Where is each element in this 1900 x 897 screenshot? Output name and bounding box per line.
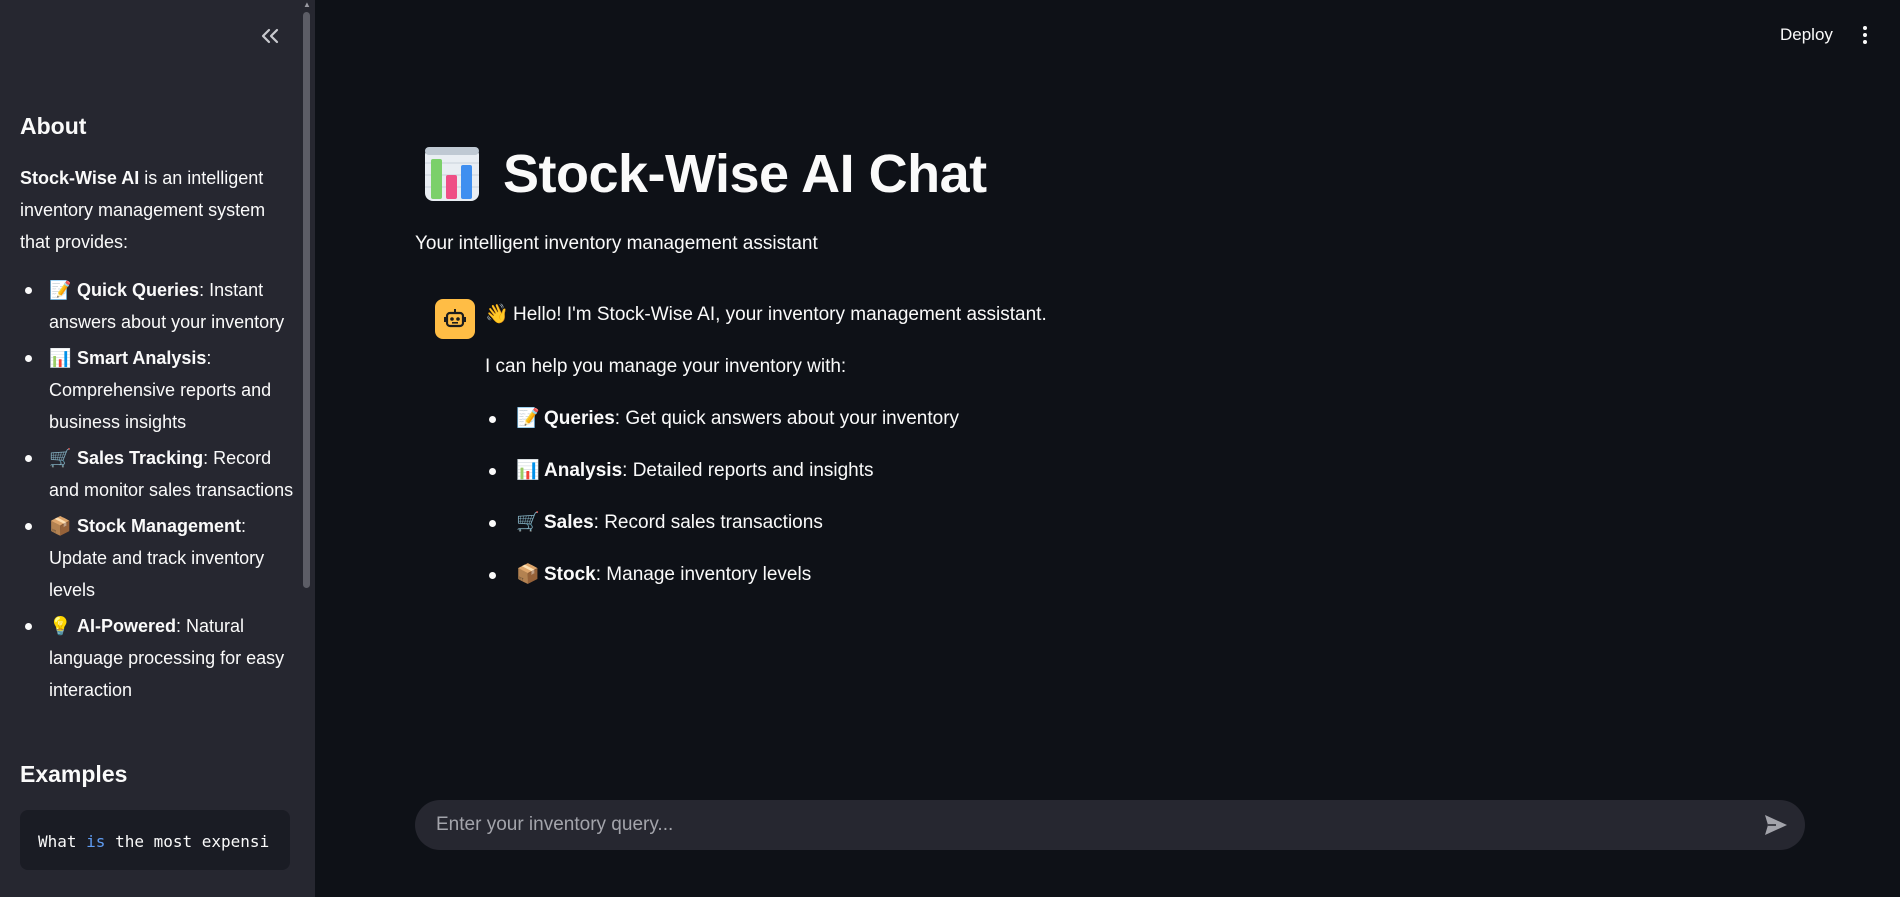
about-intro: Stock-Wise AI is an intelligent inventor…: [20, 162, 296, 258]
memo-icon: 📝: [49, 280, 72, 300]
page-title: Stock-Wise AI Chat: [503, 144, 987, 204]
scroll-up-arrow-icon[interactable]: ▲: [303, 0, 311, 10]
title-row: Stock-Wise AI Chat: [423, 143, 987, 205]
help-line: I can help you manage your inventory wit…: [485, 356, 847, 377]
capability-list: 📝 Queries: Get quick answers about your i…: [485, 403, 1485, 591]
example-code-block[interactable]: What is the most expensi: [20, 810, 290, 870]
message-body: 👋 Hello! I'm Stock-Wise AI, your inventor…: [485, 299, 1485, 611]
package-icon: 📦: [516, 564, 540, 585]
list-item: 🛒 Sales: Record sales transactions: [485, 507, 1485, 539]
capability-name: Analysis: [544, 460, 623, 481]
list-item: 🛒 Sales Tracking: Record and monitor sale…: [20, 442, 296, 506]
memo-icon: 📝: [516, 408, 540, 429]
sidebar-scrollbar[interactable]: ▲: [303, 0, 313, 897]
capability-desc: : Record sales transactions: [593, 512, 823, 533]
feature-name: Quick Queries: [77, 280, 200, 300]
package-icon: 📦: [49, 516, 72, 536]
greeting-line: 👋 Hello! I'm Stock-Wise AI, your inventor…: [485, 299, 1485, 331]
list-item: 💡 AI-Powered: Natural language processing…: [20, 610, 296, 706]
main-menu-button[interactable]: [1853, 20, 1877, 50]
sidebar-content: About Stock-Wise AI is an intelligent in…: [20, 108, 296, 870]
feature-list: 📝 Quick Queries: Instant answers about yo…: [20, 274, 296, 706]
send-button[interactable]: [1761, 810, 1791, 840]
bar-chart-icon: 📊: [516, 460, 540, 481]
list-item: 📝 Queries: Get quick answers about your i…: [485, 403, 1485, 435]
feature-name: Stock Management: [77, 516, 242, 536]
chat-input[interactable]: [415, 800, 1745, 850]
chat-input-container: [415, 800, 1805, 850]
examples-section: Examples What is the most expensi: [20, 756, 296, 870]
capability-desc: : Detailed reports and insights: [622, 460, 874, 481]
list-item: 📊 Smart Analysis: Comprehensive reports a…: [20, 342, 296, 438]
kebab-dot: [1863, 26, 1867, 30]
send-icon: [1765, 815, 1787, 835]
examples-heading: Examples: [20, 761, 128, 787]
cart-icon: 🛒: [49, 448, 72, 468]
code-text: the most expensi: [105, 832, 270, 851]
about-heading: About: [20, 113, 87, 139]
capability-name: Sales: [544, 512, 594, 533]
feature-name: Smart Analysis: [77, 348, 207, 368]
assistant-avatar: [435, 299, 475, 339]
code-keyword: is: [86, 832, 106, 851]
feature-name: Sales Tracking: [77, 448, 204, 468]
sidebar: ▲ About Stock-Wise AI is an intelligent …: [0, 0, 315, 897]
double-chevron-left-icon: [261, 28, 279, 44]
capability-name: Stock: [544, 564, 596, 585]
list-item: 📝 Quick Queries: Instant answers about yo…: [20, 274, 296, 338]
kebab-dot: [1863, 33, 1867, 37]
sidebar-scroll-thumb[interactable]: [303, 12, 310, 588]
list-item: 📦 Stock: Manage inventory levels: [485, 559, 1485, 591]
capability-name: Queries: [544, 408, 615, 429]
kebab-dot: [1863, 40, 1867, 44]
list-item: 📦 Stock Management: Update and track inve…: [20, 510, 296, 606]
cart-icon: 🛒: [516, 512, 540, 533]
wave-icon: 👋: [485, 304, 509, 325]
collapse-sidebar-button[interactable]: [256, 22, 284, 50]
app-name: Stock-Wise AI: [20, 168, 140, 188]
bar-chart-icon: 📊: [49, 348, 72, 368]
greeting-text: Hello! I'm Stock-Wise AI, your inventory…: [513, 304, 1047, 325]
main-content: Stock-Wise AI Chat Your intelligent inve…: [415, 0, 1805, 897]
capability-desc: : Get quick answers about your inventory: [614, 408, 960, 429]
capability-desc: : Manage inventory levels: [595, 564, 812, 585]
code-text: What: [38, 832, 87, 851]
list-item: 📊 Analysis: Detailed reports and insights: [485, 455, 1485, 487]
bar-chart-icon: [425, 147, 479, 201]
feature-name: AI-Powered: [77, 616, 177, 636]
robot-icon: [444, 309, 466, 328]
page-subtitle: Your intelligent inventory management as…: [415, 233, 818, 254]
bulb-icon: 💡: [49, 616, 72, 636]
